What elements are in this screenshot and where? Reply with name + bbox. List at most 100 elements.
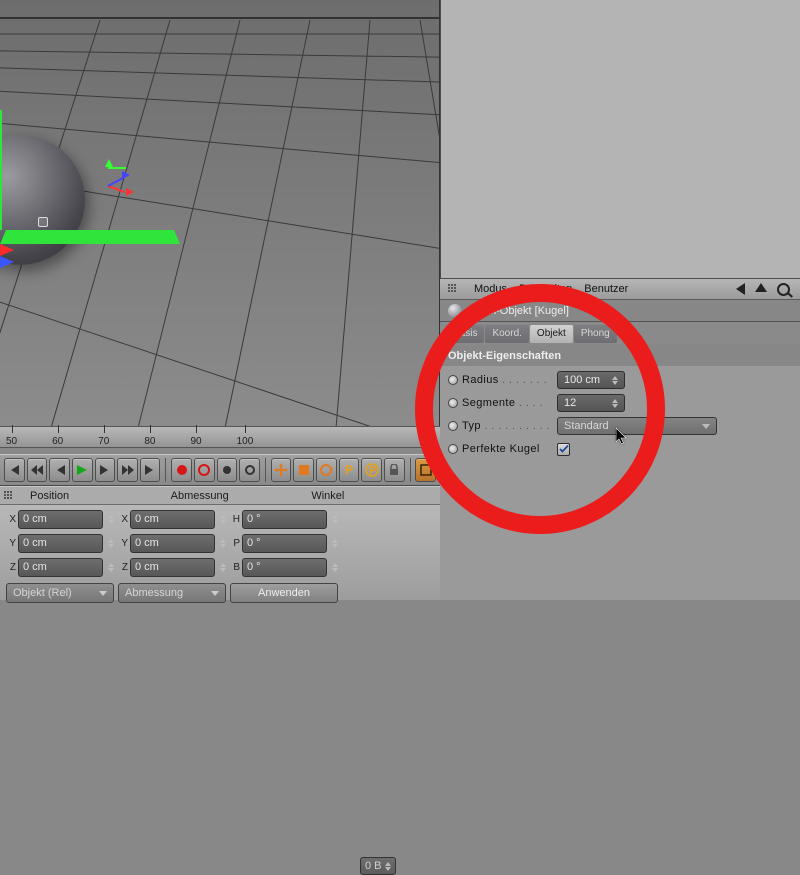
lock-icon[interactable]: [384, 458, 405, 482]
pos-x-input[interactable]: 0 cm: [18, 510, 103, 529]
x-axis-arrow[interactable]: [0, 244, 180, 256]
toolbar-divider: [265, 458, 266, 482]
autokey-icon[interactable]: [194, 458, 215, 482]
next-key-icon[interactable]: [117, 458, 138, 482]
z-axis-arrow[interactable]: [0, 256, 180, 268]
section-title: Objekt-Eigenschaften: [440, 346, 800, 366]
rotate-tool-icon[interactable]: [316, 458, 337, 482]
frame-end-input[interactable]: 0 B: [360, 857, 396, 875]
object-title-text: Kugel-Objekt [Kugel]: [468, 305, 569, 317]
panel-grip-icon[interactable]: [4, 491, 14, 501]
coord-header: Position Abmessung Winkel: [0, 487, 440, 505]
ruler-tick: 90: [191, 436, 202, 447]
snap-icon[interactable]: [415, 458, 436, 482]
angle-b-input[interactable]: 0 °: [242, 558, 327, 577]
keyframe-icon[interactable]: [217, 458, 238, 482]
y-axis-line: [0, 110, 2, 230]
tab-basis[interactable]: Basis: [446, 325, 484, 343]
size-x-input[interactable]: 0 cm: [130, 510, 215, 529]
menu-bearbeiten[interactable]: Bearbeiten: [519, 283, 572, 295]
type-dropdown[interactable]: Standard: [557, 417, 717, 435]
nav-back-icon[interactable]: [736, 283, 745, 295]
chevron-down-icon: [99, 591, 107, 596]
circle-p-icon[interactable]: P: [361, 458, 382, 482]
y-axis-arrow[interactable]: [0, 230, 180, 244]
size-z-input[interactable]: 0 cm: [130, 558, 215, 577]
x-label: X: [6, 514, 16, 525]
stepper-icon[interactable]: [220, 515, 226, 524]
stepper-icon[interactable]: [332, 563, 338, 572]
stepper-icon[interactable]: [220, 539, 226, 548]
menu-modus[interactable]: Modus: [474, 283, 507, 295]
tab-objekt[interactable]: Objekt: [530, 325, 573, 343]
stepper-icon[interactable]: [332, 515, 338, 524]
object-manager-empty[interactable]: [440, 0, 800, 278]
properties-panel: Radius . . . . . . . 100 cm Segmente . .…: [440, 366, 800, 600]
x-label: X: [118, 514, 128, 525]
chevron-down-icon: [211, 591, 219, 596]
radius-input[interactable]: 100 cm: [557, 371, 625, 389]
prev-frame-icon[interactable]: [49, 458, 70, 482]
menu-benutzer[interactable]: Benutzer: [584, 283, 628, 295]
tab-koord[interactable]: Koord.: [485, 325, 528, 343]
toolbar-divider: [165, 458, 166, 482]
p-label: P: [230, 538, 240, 549]
stepper-icon[interactable]: [332, 539, 338, 548]
angle-p-input[interactable]: 0 °: [242, 534, 327, 553]
stepper-icon[interactable]: [108, 515, 114, 524]
segments-input[interactable]: 12: [557, 394, 625, 412]
stepper-icon[interactable]: [108, 539, 114, 548]
y-label: Y: [118, 538, 128, 549]
param-knob-icon[interactable]: [448, 444, 458, 454]
perfect-sphere-checkbox[interactable]: [557, 443, 570, 456]
param-knob-icon[interactable]: [448, 375, 458, 385]
panel-grip-icon[interactable]: [448, 284, 458, 294]
type-label: Typ . . . . . . . . . .: [462, 420, 557, 432]
perfect-sphere-label: Perfekte Kugel: [462, 443, 557, 455]
param-knob-icon[interactable]: [448, 398, 458, 408]
record-icon[interactable]: [171, 458, 192, 482]
tab-phong[interactable]: Phong: [574, 325, 617, 343]
viewport-3d[interactable]: [0, 0, 440, 426]
go-end-icon[interactable]: [140, 458, 161, 482]
move-tool-icon[interactable]: [271, 458, 292, 482]
mode-mid-dropdown[interactable]: Abmessung: [118, 583, 226, 603]
timeline-ruler[interactable]: 50 60 70 80 90 100 0 B: [0, 426, 440, 448]
nav-up-icon[interactable]: [755, 283, 767, 292]
stepper-icon[interactable]: [108, 563, 114, 572]
b-label: B: [230, 562, 240, 573]
playback-toolbar: P P: [0, 454, 440, 486]
sphere-icon: [448, 304, 462, 318]
radius-label: Radius . . . . . . .: [462, 374, 557, 386]
go-start-icon[interactable]: [4, 458, 25, 482]
prev-key-icon[interactable]: [27, 458, 48, 482]
key-options-icon[interactable]: [239, 458, 260, 482]
pos-z-input[interactable]: 0 cm: [18, 558, 103, 577]
play-icon[interactable]: [72, 458, 93, 482]
param-knob-icon[interactable]: [448, 421, 458, 431]
next-frame-icon[interactable]: [95, 458, 116, 482]
segments-label: Segmente . . . .: [462, 397, 557, 409]
stepper-icon[interactable]: [220, 563, 226, 572]
axis-origin[interactable]: [38, 217, 48, 227]
scale-tool-icon[interactable]: [293, 458, 314, 482]
apply-button[interactable]: Anwenden: [230, 583, 338, 603]
ruler-tick: 80: [144, 436, 155, 447]
search-icon[interactable]: [777, 283, 790, 296]
ruler-tick: 60: [52, 436, 63, 447]
angle-h-input[interactable]: 0 °: [242, 510, 327, 529]
pos-y-input[interactable]: 0 cm: [18, 534, 103, 553]
coordinate-manager: Position Abmessung Winkel X0 cm X0 cm H0…: [0, 486, 440, 600]
ruler-tick: 70: [98, 436, 109, 447]
column-position-label: Position: [18, 490, 159, 502]
h-label: H: [230, 514, 240, 525]
ruler-tick: 100: [237, 436, 254, 447]
attribute-header: Modus Bearbeiten Benutzer: [440, 278, 800, 300]
y-label: Y: [6, 538, 16, 549]
attribute-tabs: Basis Koord. Objekt Phong: [440, 322, 800, 344]
z-label: Z: [6, 562, 16, 573]
p-icon[interactable]: P: [339, 458, 360, 482]
size-y-input[interactable]: 0 cm: [130, 534, 215, 553]
mode-left-dropdown[interactable]: Objekt (Rel): [6, 583, 114, 603]
column-angle-label: Winkel: [299, 490, 440, 502]
